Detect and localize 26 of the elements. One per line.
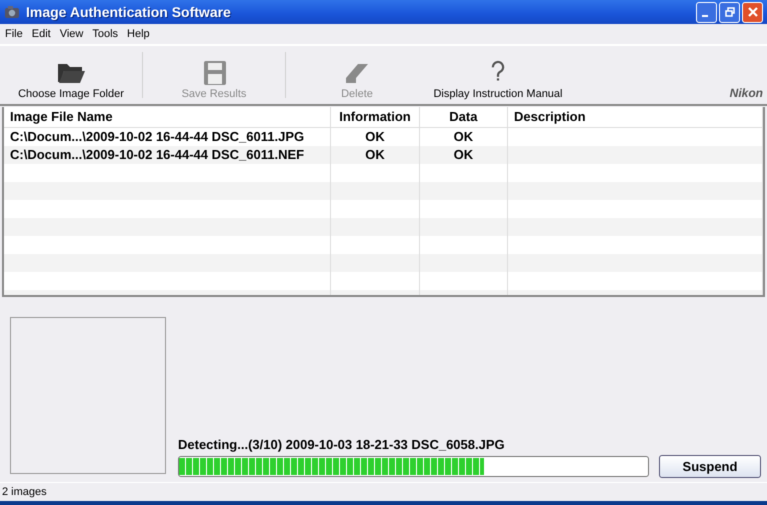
progress-text: Detecting...(3/10) 2009-10-03 18-21-33 DSC_6058.JPG <box>178 437 506 452</box>
restore-button[interactable] <box>719 2 740 22</box>
camera-icon <box>4 4 20 20</box>
close-button[interactable] <box>742 2 763 22</box>
table-cell: OK <box>420 146 508 164</box>
table-cell: OK <box>331 146 420 164</box>
window-title: Image Authentication Software <box>26 4 231 20</box>
suspend-button[interactable]: Suspend <box>659 455 761 478</box>
brand-logo: Nikon <box>730 86 763 100</box>
help-button[interactable]: Display Instruction Manual <box>428 46 568 104</box>
folder-button[interactable]: Choose Image Folder <box>0 46 142 104</box>
menu-item[interactable]: Tools <box>89 28 122 40</box>
menu-item[interactable]: Edit <box>28 28 54 40</box>
column-header[interactable]: Description <box>508 107 763 127</box>
minimize-button[interactable] <box>696 2 717 22</box>
column-header[interactable]: Image File Name <box>4 107 332 127</box>
close-icon <box>746 6 758 18</box>
minimize-icon <box>702 15 708 17</box>
menu-item[interactable]: File <box>2 28 26 40</box>
menu-item[interactable]: Help <box>124 28 153 40</box>
column-header[interactable]: Data <box>420 107 508 127</box>
status-text: 2 images <box>2 486 47 498</box>
table-cell: C:\Docum...\2009-10-02 16-44-44 DSC_6011.NEF <box>4 146 332 164</box>
restore-icon <box>724 7 734 17</box>
menu-item[interactable]: View <box>56 28 86 40</box>
column-header[interactable]: Information <box>331 107 420 127</box>
